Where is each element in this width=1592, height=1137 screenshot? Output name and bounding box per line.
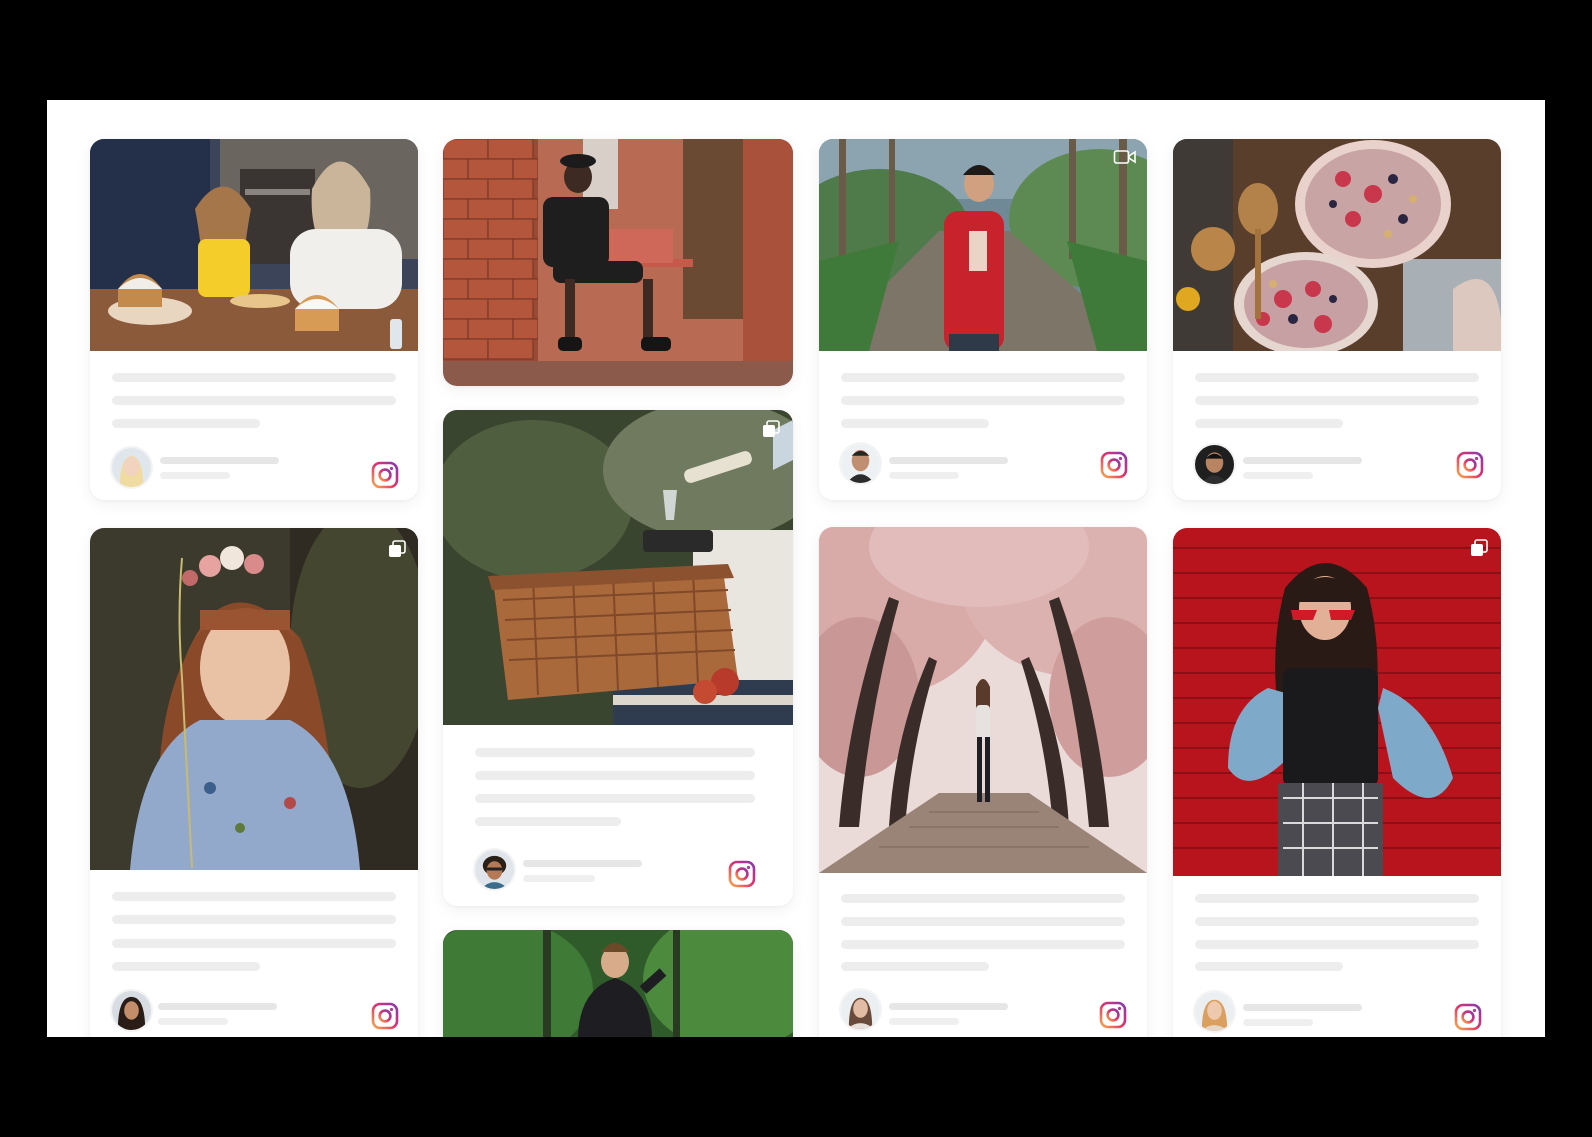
- instagram-icon[interactable]: [1454, 1003, 1482, 1031]
- caption-placeholder-line: [112, 939, 396, 948]
- author-name-placeholder: [160, 457, 279, 464]
- caption-placeholder-line: [1195, 373, 1479, 382]
- author-avatar[interactable]: [1195, 992, 1234, 1031]
- caption-placeholder-line: [112, 962, 260, 971]
- caption-placeholder-line: [475, 794, 755, 803]
- feed-widget: [47, 100, 1545, 1037]
- author-avatar[interactable]: [1195, 445, 1234, 484]
- caption-placeholder-line: [1195, 917, 1479, 926]
- author-name-placeholder: [889, 1003, 1008, 1010]
- fruit-bowls-photo[interactable]: [1173, 139, 1501, 351]
- author-meta-placeholder: [889, 472, 959, 479]
- post-card[interactable]: [443, 930, 793, 1037]
- author-meta-placeholder: [160, 472, 230, 479]
- author-avatar[interactable]: [112, 448, 151, 487]
- caption-placeholder-line: [841, 396, 1125, 405]
- instagram-icon[interactable]: [1100, 451, 1128, 479]
- author-meta-placeholder: [889, 1018, 959, 1025]
- caption-placeholder-line: [1195, 419, 1343, 428]
- author-meta-placeholder: [158, 1018, 228, 1025]
- man-in-forest-photo[interactable]: [443, 930, 793, 1037]
- author-meta-placeholder: [1243, 1019, 1313, 1026]
- caption-placeholder-line: [1195, 940, 1479, 949]
- post-card[interactable]: [90, 528, 418, 1037]
- post-card[interactable]: [1173, 139, 1501, 500]
- caption-placeholder-line: [841, 917, 1125, 926]
- gallery-icon: [761, 419, 781, 439]
- instagram-icon[interactable]: [1099, 1001, 1127, 1029]
- caption-placeholder-line: [112, 419, 260, 428]
- instagram-icon[interactable]: [728, 860, 756, 888]
- instagram-icon[interactable]: [371, 461, 399, 489]
- gallery-icon: [1469, 538, 1489, 558]
- post-card[interactable]: [90, 139, 418, 500]
- caption-placeholder-line: [841, 962, 989, 971]
- author-name-placeholder: [158, 1003, 277, 1010]
- post-card[interactable]: [443, 139, 793, 386]
- caption-placeholder-line: [112, 892, 396, 901]
- instagram-icon[interactable]: [371, 1002, 399, 1030]
- author-meta-placeholder: [1243, 472, 1313, 479]
- caption-placeholder-line: [1195, 894, 1479, 903]
- post-card[interactable]: [1173, 528, 1501, 1037]
- cherry-blossom-photo[interactable]: [819, 527, 1147, 873]
- author-name-placeholder: [889, 457, 1008, 464]
- author-name-placeholder: [1243, 1004, 1362, 1011]
- author-avatar[interactable]: [112, 991, 151, 1030]
- caption-placeholder-line: [841, 419, 989, 428]
- caption-placeholder-line: [841, 894, 1125, 903]
- man-on-path-photo[interactable]: [819, 139, 1147, 351]
- caption-placeholder-line: [1195, 962, 1343, 971]
- caption-placeholder-line: [475, 817, 621, 826]
- family-cake-photo[interactable]: [90, 139, 418, 351]
- author-name-placeholder: [523, 860, 642, 867]
- woman-red-wall-photo[interactable]: [1173, 528, 1501, 876]
- video-icon: [1113, 147, 1137, 167]
- author-name-placeholder: [1243, 457, 1362, 464]
- man-on-bench-photo[interactable]: [443, 139, 793, 386]
- caption-placeholder-line: [841, 940, 1125, 949]
- caption-placeholder-line: [841, 373, 1125, 382]
- author-meta-placeholder: [523, 875, 595, 882]
- post-card[interactable]: [819, 527, 1147, 1037]
- author-avatar[interactable]: [475, 850, 514, 889]
- author-avatar[interactable]: [841, 444, 880, 483]
- caption-placeholder-line: [475, 748, 755, 757]
- instagram-icon[interactable]: [1456, 451, 1484, 479]
- caption-placeholder-line: [475, 771, 755, 780]
- picnic-basket-photo[interactable]: [443, 410, 793, 725]
- gallery-icon: [387, 539, 407, 559]
- post-card[interactable]: [443, 410, 793, 906]
- caption-placeholder-line: [1195, 396, 1479, 405]
- caption-placeholder-line: [112, 396, 396, 405]
- post-card[interactable]: [819, 139, 1147, 500]
- caption-placeholder-line: [112, 915, 396, 924]
- caption-placeholder-line: [112, 373, 396, 382]
- author-avatar[interactable]: [841, 990, 880, 1029]
- girl-flower-crown-photo[interactable]: [90, 528, 418, 870]
